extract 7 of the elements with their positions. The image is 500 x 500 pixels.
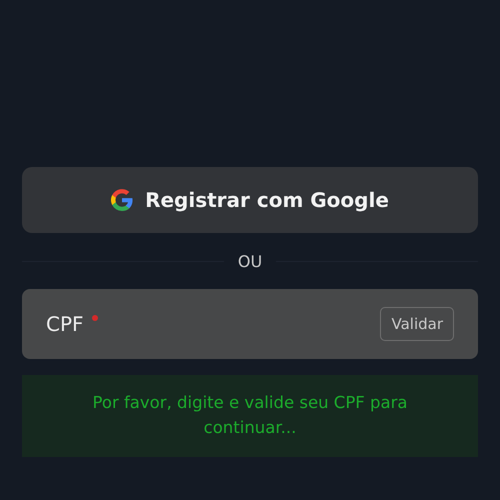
cpf-field[interactable]: CPF Validar [22, 289, 478, 359]
google-register-button[interactable]: Registrar com Google [22, 167, 478, 233]
or-label: OU [238, 252, 262, 270]
google-logo-icon [111, 189, 134, 211]
cpf-label: CPF [46, 312, 84, 336]
message-text: Por favor, digite e valide seu CPF para continuar... [92, 392, 408, 439]
validate-button[interactable]: Validar [380, 307, 454, 341]
